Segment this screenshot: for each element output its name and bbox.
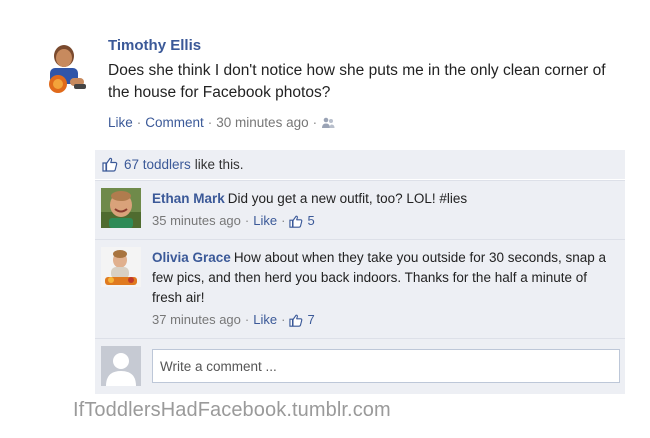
post-comment-link[interactable]: Comment: [145, 114, 204, 132]
comment-timestamp[interactable]: 35 minutes ago: [152, 211, 241, 231]
comment-timestamp[interactable]: 37 minutes ago: [152, 310, 241, 330]
likes-count-link[interactable]: 67 toddlers: [124, 157, 191, 172]
post-text: Does she think I don't notice how she pu…: [108, 62, 606, 101]
thumbs-up-icon: [102, 157, 118, 173]
feedback-box: 67 toddlers like this. Ethan Mark Did you…: [95, 150, 625, 394]
comment-like-count[interactable]: 5: [307, 211, 314, 231]
comment-item: Olivia Grace How about when they take you…: [95, 239, 625, 338]
comment-meta: 37 minutes ago · Like · 7: [152, 310, 617, 330]
thumbs-up-icon[interactable]: [289, 310, 303, 330]
comment-like-link[interactable]: Like: [253, 211, 277, 231]
comment-like-count[interactable]: 7: [307, 310, 314, 330]
post-like-link[interactable]: Like: [108, 114, 133, 132]
author-avatar[interactable]: [40, 40, 90, 96]
comment-item: Ethan Mark Did you get a new outfit, too?…: [95, 180, 625, 239]
post-author-name[interactable]: Timothy Ellis: [108, 36, 628, 56]
comment-text: Did you get a new outfit, too? LOL! #lie…: [227, 191, 468, 206]
write-comment-row: [95, 338, 625, 394]
commenter-name[interactable]: Olivia Grace: [152, 250, 231, 265]
commenter-avatar[interactable]: [101, 247, 141, 287]
likes-summary: 67 toddlers like this.: [95, 150, 625, 180]
friends-icon[interactable]: [321, 114, 335, 132]
watermark-text: IfToddlersHadFacebook.tumblr.com: [73, 399, 391, 421]
comment-meta: 35 minutes ago · Like · 5: [152, 211, 617, 231]
default-avatar-icon: [101, 346, 141, 386]
thumbs-up-icon[interactable]: [289, 211, 303, 231]
commenter-avatar[interactable]: [101, 188, 141, 228]
commenter-name[interactable]: Ethan Mark: [152, 191, 225, 206]
write-comment-input[interactable]: [152, 349, 620, 383]
comment-like-link[interactable]: Like: [253, 310, 277, 330]
post-timestamp[interactable]: 30 minutes ago: [216, 114, 308, 132]
likes-suffix: like this.: [194, 157, 244, 172]
post-meta: Like · Comment · 30 minutes ago ·: [108, 114, 628, 132]
